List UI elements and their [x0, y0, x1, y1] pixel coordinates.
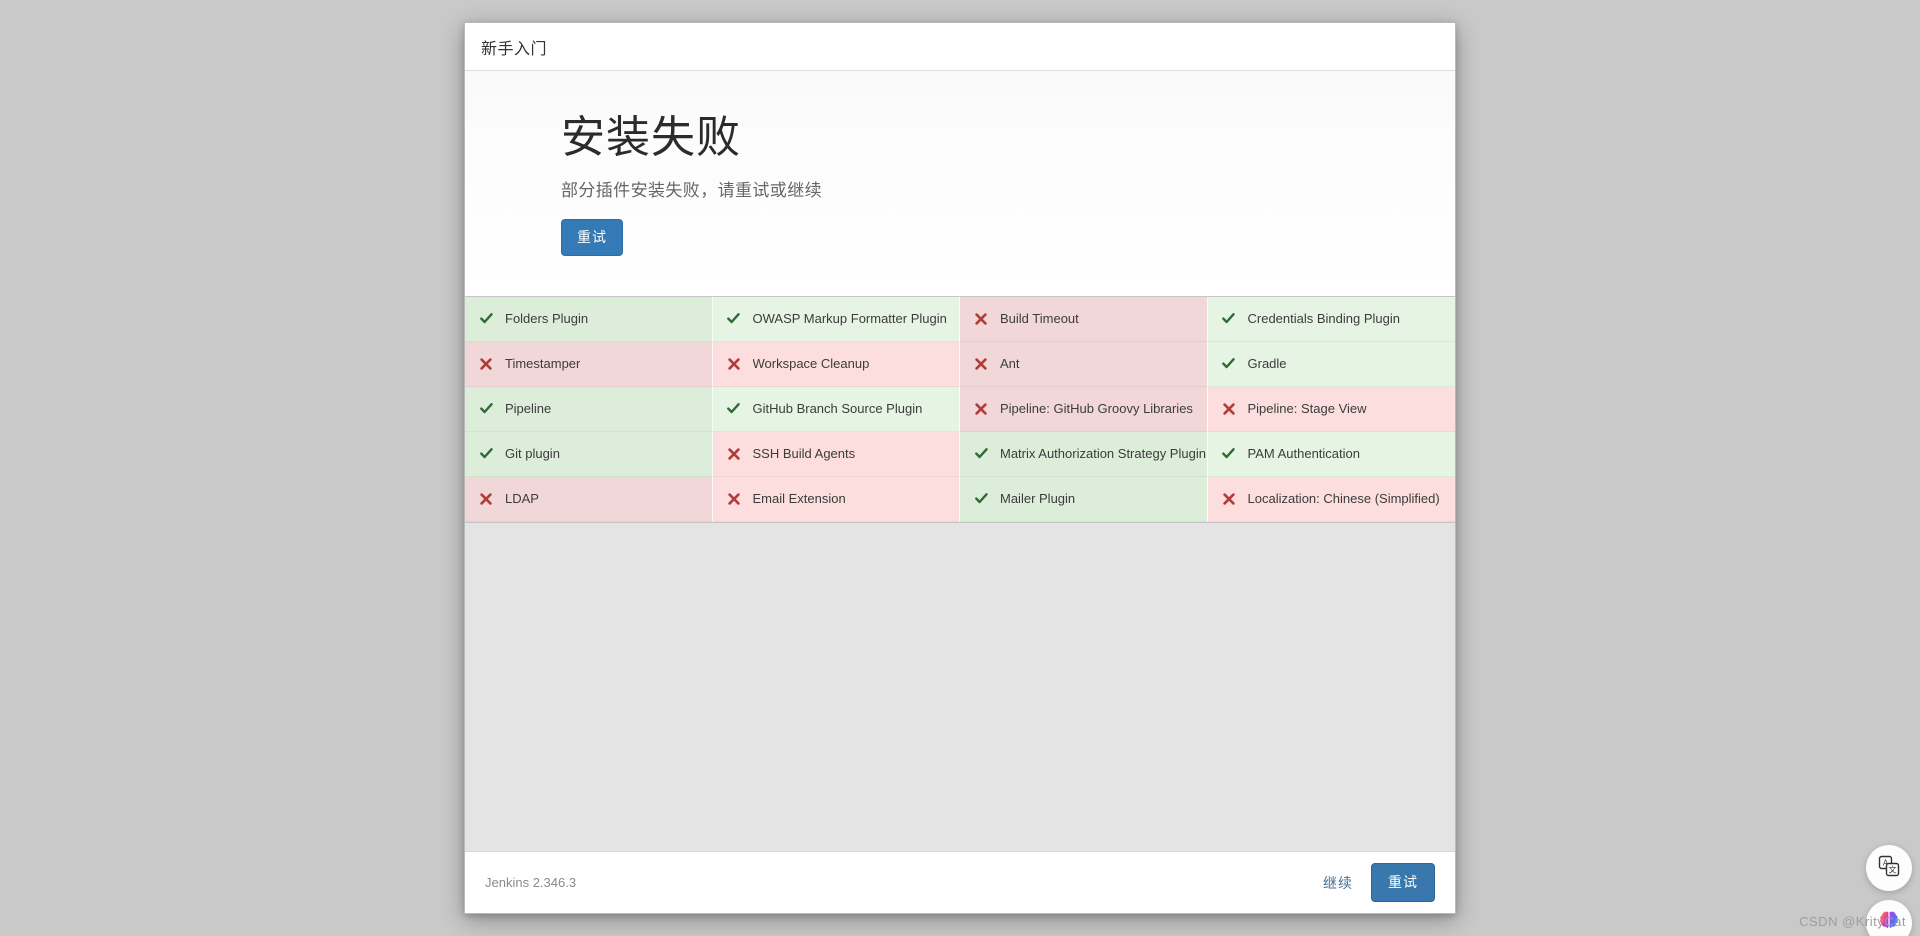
plugin-name-label: Pipeline: GitHub Groovy Libraries	[1000, 401, 1193, 417]
retry-button[interactable]: 重试	[561, 218, 623, 256]
install-status-message: 部分插件安装失败，请重试或继续	[561, 180, 822, 200]
plugin-name-label: Build Timeout	[1000, 311, 1079, 327]
plugin-status-cell: Localization: Chinese (Simplified)	[1207, 476, 1455, 522]
body-filler	[465, 522, 1455, 851]
plugin-name-label: Pipeline: Stage View	[1247, 401, 1367, 417]
plugin-status-cell: Pipeline: Stage View	[1207, 386, 1455, 432]
cross-icon	[972, 402, 990, 415]
plugin-name-label: Ant	[1000, 356, 1020, 372]
check-icon	[477, 312, 495, 325]
dialog-header: 新手入门	[465, 23, 1455, 71]
plugin-status-cell: Gradle	[1207, 341, 1455, 387]
plugin-name-label: Localization: Chinese (Simplified)	[1247, 491, 1440, 507]
check-icon	[725, 402, 743, 415]
dialog-body: 安装失败 部分插件安装失败，请重试或继续 重试 Folders Plugin OW…	[465, 71, 1455, 851]
cross-icon	[725, 447, 743, 460]
plugin-status-cell: Timestamper	[465, 341, 713, 387]
plugin-name-label: PAM Authentication	[1247, 446, 1361, 462]
plugin-status-cell: Workspace Cleanup	[712, 341, 960, 387]
plugin-status-cell: Ant	[960, 341, 1208, 387]
check-icon	[477, 447, 495, 460]
jenkins-version-label: Jenkins 2.346.3	[485, 875, 577, 890]
plugin-name-label: Mailer Plugin	[1000, 491, 1076, 507]
plugin-name-label: GitHub Branch Source Plugin	[752, 401, 923, 417]
watermark: CSDN @KrityCat	[1799, 914, 1906, 929]
plugin-status-cell: Email Extension	[712, 476, 960, 522]
plugin-status-cell: Matrix Authorization Strategy Plugin	[960, 431, 1208, 477]
plugin-status-cell: PAM Authentication	[1207, 431, 1455, 477]
translate-float-button[interactable]: A 文	[1866, 845, 1912, 891]
cross-icon	[1220, 492, 1238, 505]
plugin-name-label: OWASP Markup Formatter Plugin	[752, 311, 947, 327]
cross-icon	[477, 357, 495, 370]
cross-icon	[1220, 402, 1238, 415]
cross-icon	[725, 492, 743, 505]
plugin-name-label: Gradle	[1247, 356, 1287, 372]
plugin-status-cell: Pipeline	[465, 386, 713, 432]
install-status-heading: 安装失败	[561, 113, 741, 162]
check-icon	[972, 492, 990, 505]
dialog-footer: Jenkins 2.346.3 继续 重试	[465, 851, 1455, 913]
install-status-panel: 安装失败 部分插件安装失败，请重试或继续 重试	[465, 71, 1455, 296]
check-icon	[477, 402, 495, 415]
plugin-status-cell: Folders Plugin	[465, 296, 713, 342]
plugin-name-label: Timestamper	[505, 356, 581, 372]
plugin-status-cell: GitHub Branch Source Plugin	[712, 386, 960, 432]
plugin-name-label: Email Extension	[752, 491, 846, 507]
plugin-status-cell: Pipeline: GitHub Groovy Libraries	[960, 386, 1208, 432]
cross-icon	[477, 492, 495, 505]
cross-icon	[725, 357, 743, 370]
plugin-name-label: Workspace Cleanup	[752, 356, 870, 372]
plugin-status-cell: LDAP	[465, 476, 713, 522]
plugin-name-label: Folders Plugin	[505, 311, 589, 327]
check-icon	[972, 447, 990, 460]
svg-text:文: 文	[1889, 864, 1897, 874]
plugin-status-grid: Folders Plugin OWASP Markup Formatter Plu…	[465, 295, 1455, 523]
plugin-name-label: Matrix Authorization Strategy Plugin	[1000, 446, 1206, 462]
plugin-status-cell: Mailer Plugin	[960, 476, 1208, 522]
check-icon	[1220, 447, 1238, 460]
plugin-name-label: Git plugin	[505, 446, 560, 462]
cross-icon	[972, 357, 990, 370]
check-icon	[1220, 312, 1238, 325]
plugin-name-label: SSH Build Agents	[752, 446, 856, 462]
check-icon	[725, 312, 743, 325]
plugin-status-cell: OWASP Markup Formatter Plugin	[712, 296, 960, 342]
plugin-name-label: Credentials Binding Plugin	[1247, 311, 1400, 327]
plugin-status-cell: SSH Build Agents	[712, 431, 960, 477]
translate-icon: A 文	[1877, 854, 1901, 883]
plugin-status-cell: Build Timeout	[960, 296, 1208, 342]
setup-wizard-dialog: 新手入门 安装失败 部分插件安装失败，请重试或继续 重试 Folders Plu…	[464, 22, 1456, 914]
check-icon	[1220, 357, 1238, 370]
cross-icon	[972, 312, 990, 325]
page-title: 新手入门	[481, 40, 548, 58]
footer-actions: 继续 重试	[1323, 863, 1435, 902]
footer-retry-button[interactable]: 重试	[1371, 863, 1435, 902]
continue-button[interactable]: 继续	[1323, 873, 1353, 893]
plugin-status-cell: Credentials Binding Plugin	[1207, 296, 1455, 342]
plugin-name-label: Pipeline	[505, 401, 552, 417]
plugin-name-label: LDAP	[505, 491, 539, 507]
plugin-status-cell: Git plugin	[465, 431, 713, 477]
